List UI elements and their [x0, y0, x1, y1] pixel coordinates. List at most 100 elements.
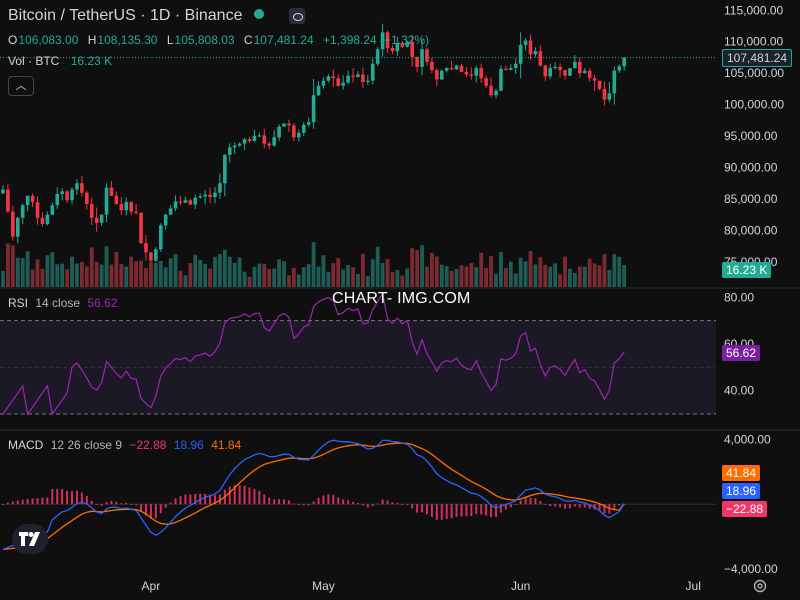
candle-body [144, 242, 148, 253]
macd-histogram-bar [238, 485, 241, 505]
macd-histogram-bar [514, 504, 517, 506]
macd-histogram-bar [263, 494, 266, 505]
macd-histogram-bar [100, 504, 103, 506]
volume-bar [119, 264, 124, 287]
volume-label: Vol · BTC [8, 54, 60, 68]
watermark: CHART- IMG.COM [332, 290, 471, 307]
macd-histogram-bar [278, 499, 281, 505]
macd-histogram-group [2, 485, 626, 520]
volume-bar [65, 269, 69, 287]
volume-bar [75, 263, 79, 287]
macd-histogram-bar [361, 504, 364, 506]
volume-bar [277, 259, 281, 287]
volume-bar [311, 242, 316, 287]
candle-body [213, 192, 217, 198]
price-tick-label: 115,000.00 [724, 3, 783, 17]
macd-histogram-bar [41, 497, 44, 505]
candle-body [454, 65, 459, 70]
volume-bar [178, 270, 183, 287]
macd-histogram-bar [90, 500, 93, 505]
volume-bar [104, 246, 109, 287]
candle-body [366, 80, 370, 82]
candle-body [237, 143, 242, 146]
collapse-legend-button[interactable]: ︿ [8, 76, 34, 96]
macd-histogram-bar [248, 487, 251, 505]
macd-hist-tag: −22.88 [722, 501, 768, 517]
macd-histogram-bar [253, 488, 256, 505]
volume-bar [548, 266, 553, 287]
volume-bar [163, 267, 168, 287]
macd-histogram-bar [366, 504, 369, 508]
macd-histogram-bar [386, 500, 389, 505]
candle-body [558, 66, 562, 71]
volume-bar [434, 256, 439, 287]
macd-tick-label: 4,000.00 [724, 433, 771, 447]
volume-bar [326, 271, 331, 287]
macd-histogram-bar [519, 500, 522, 505]
volume-bar [508, 261, 513, 287]
macd-histogram-bar [578, 504, 581, 508]
macd-histogram-bar [66, 490, 69, 505]
volume-bar [370, 259, 375, 287]
macd-histogram-bar [159, 504, 162, 514]
macd-histogram-bar [568, 504, 571, 509]
macd-signal-value: 41.84 [211, 438, 242, 452]
volume-legend[interactable]: Vol · BTC 16.23 K [8, 54, 116, 68]
volume-bar [15, 257, 20, 287]
volume-bar [153, 263, 158, 287]
candle-body [341, 82, 345, 86]
candle-body [11, 211, 15, 237]
macd-histogram-bar [337, 497, 340, 505]
macd-histogram-bar [120, 503, 123, 505]
candle-body [592, 78, 597, 81]
candle-body [85, 192, 89, 204]
volume-bar [597, 265, 602, 287]
macd-histogram-bar [583, 504, 586, 508]
chevron-up-icon: ︿ [15, 80, 27, 92]
macd-histogram-bar [401, 504, 404, 506]
candle-body [223, 154, 227, 184]
volume-bar [568, 268, 572, 287]
candle-body [533, 51, 538, 55]
macd-histogram-bar [425, 504, 428, 515]
candle-body [252, 136, 257, 142]
candle-body [587, 70, 592, 79]
macd-histogram-bar [475, 504, 478, 515]
macd-tick-label: −4,000.00 [724, 562, 778, 576]
rsi-name: RSI [8, 296, 29, 310]
macd-histogram-bar [169, 502, 172, 505]
rsi-legend[interactable]: RSI 14 close 56.62 [8, 296, 121, 310]
volume-bar [587, 258, 592, 287]
macd-histogram-bar [495, 504, 497, 517]
macd-histogram-bar [411, 504, 414, 509]
chart-area[interactable]: 115,000.00 110,000.00 105,000.00 100,000.00… [0, 0, 800, 600]
candle-body [351, 75, 355, 77]
macd-histogram-bar [31, 498, 34, 505]
volume-bar [459, 265, 464, 287]
gear-icon[interactable] [752, 578, 768, 594]
volume-bar [395, 269, 400, 287]
volume-bar [30, 269, 35, 287]
volume-bar [213, 256, 217, 287]
candle-body [292, 125, 296, 138]
candle-body [548, 68, 553, 77]
macd-histogram-bar [460, 504, 463, 517]
macd-histogram-bar [559, 504, 562, 508]
low-value: 105,808.03 [174, 33, 235, 47]
macd-legend[interactable]: MACD 12 26 close 9 −22.88 18.96 41.84 [8, 438, 245, 452]
volume-bar [449, 270, 454, 287]
symbol-title[interactable]: Bitcoin / TetherUS · 1D · Binance [8, 7, 268, 25]
volume-bar [188, 263, 193, 287]
volume-bar [232, 262, 237, 287]
candle-body [528, 40, 533, 55]
eye-icon[interactable] [289, 8, 305, 24]
macd-histogram-bar [317, 497, 320, 505]
macd-histogram-bar [450, 504, 453, 519]
tradingview-logo[interactable] [12, 524, 48, 554]
volume-bar [612, 254, 617, 287]
macd-params: 12 26 close 9 [50, 438, 123, 452]
candle-body [301, 124, 306, 133]
candle-body [267, 143, 272, 146]
volume-bar [252, 266, 257, 287]
volume-bar [577, 266, 582, 287]
